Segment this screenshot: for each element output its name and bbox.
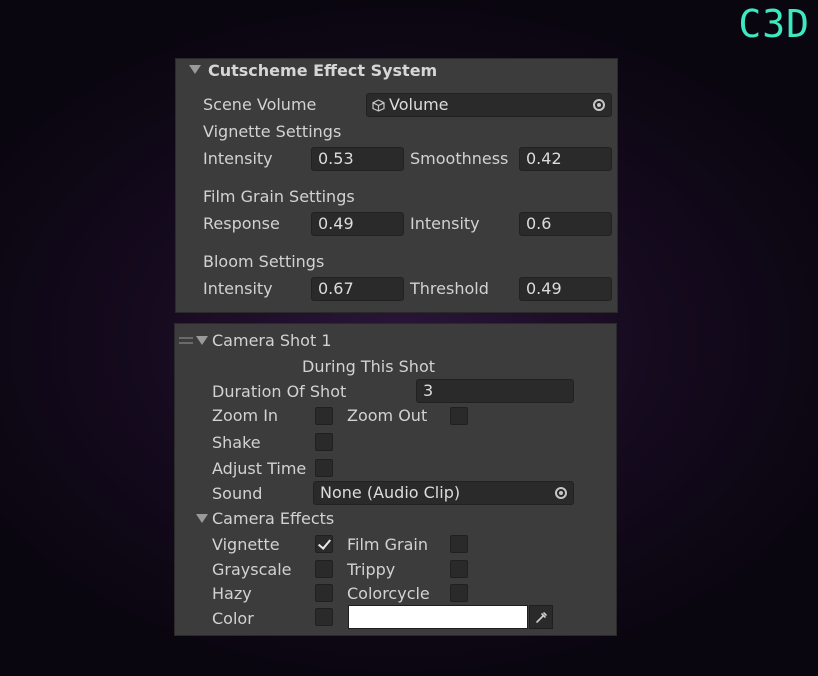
trippy-checkbox[interactable] bbox=[450, 560, 468, 578]
bloom-settings-header: Bloom Settings bbox=[203, 252, 325, 271]
drag-handle-icon[interactable] bbox=[179, 337, 193, 339]
film-grain-checkbox[interactable] bbox=[450, 535, 468, 553]
foldout-arrow-icon[interactable] bbox=[196, 514, 208, 523]
drag-handle-line bbox=[179, 342, 193, 344]
camera-shot-panel: Camera Shot 1 During This Shot Duration … bbox=[174, 323, 617, 636]
bloom-threshold-label: Threshold bbox=[410, 279, 489, 298]
hazy-label: Hazy bbox=[212, 584, 252, 603]
film-grain-response-field[interactable]: 0.49 bbox=[311, 212, 404, 236]
duration-of-shot-label: Duration Of Shot bbox=[212, 382, 347, 401]
bloom-intensity-label: Intensity bbox=[203, 279, 273, 298]
camera-shot-title[interactable]: Camera Shot 1 bbox=[212, 331, 332, 351]
camera-effects-header[interactable]: Camera Effects bbox=[212, 509, 334, 529]
object-picker-icon[interactable] bbox=[555, 487, 567, 499]
zoom-out-checkbox[interactable] bbox=[450, 407, 468, 425]
grayscale-label: Grayscale bbox=[212, 560, 292, 579]
c3d-logo: C3D bbox=[738, 2, 810, 46]
colorcycle-label: Colorcycle bbox=[347, 584, 430, 603]
object-picker-icon[interactable] bbox=[593, 99, 605, 111]
foldout-arrow-icon[interactable] bbox=[196, 336, 208, 345]
eyedropper-button[interactable] bbox=[529, 605, 553, 629]
volume-cube-icon bbox=[372, 99, 385, 112]
film-grain-settings-header: Film Grain Settings bbox=[203, 187, 355, 206]
duration-of-shot-field[interactable]: 3 bbox=[416, 379, 574, 403]
vignette-intensity-label: Intensity bbox=[203, 149, 273, 168]
adjust-time-label: Adjust Time bbox=[212, 459, 307, 478]
sound-field[interactable]: None (Audio Clip) bbox=[313, 481, 574, 505]
bloom-threshold-field[interactable]: 0.49 bbox=[519, 277, 612, 301]
film-grain-label: Film Grain bbox=[347, 535, 428, 554]
zoom-out-label: Zoom Out bbox=[347, 406, 428, 425]
zoom-in-label: Zoom In bbox=[212, 406, 279, 425]
shake-checkbox[interactable] bbox=[315, 433, 333, 451]
scene-volume-label: Scene Volume bbox=[203, 95, 317, 114]
vignette-smoothness-field[interactable]: 0.42 bbox=[519, 147, 612, 171]
trippy-label: Trippy bbox=[347, 560, 396, 579]
film-grain-response-label: Response bbox=[203, 214, 280, 233]
effect-system-title[interactable]: Cutscheme Effect System bbox=[208, 61, 437, 81]
zoom-in-checkbox[interactable] bbox=[315, 407, 333, 425]
sound-value: None (Audio Clip) bbox=[320, 483, 461, 502]
effect-system-panel: Cutscheme Effect System Scene Volume Vol… bbox=[175, 58, 618, 313]
vignette-label: Vignette bbox=[212, 535, 280, 554]
scene-volume-value: Volume bbox=[389, 95, 449, 114]
color-label: Color bbox=[212, 609, 254, 628]
film-grain-intensity-label: Intensity bbox=[410, 214, 480, 233]
foldout-arrow-icon[interactable] bbox=[189, 65, 201, 74]
color-swatch[interactable] bbox=[348, 605, 528, 629]
vignette-intensity-field[interactable]: 0.53 bbox=[311, 147, 404, 171]
colorcycle-checkbox[interactable] bbox=[450, 584, 468, 602]
grayscale-checkbox[interactable] bbox=[315, 560, 333, 578]
adjust-time-checkbox[interactable] bbox=[315, 459, 333, 477]
hazy-checkbox[interactable] bbox=[315, 584, 333, 602]
film-grain-intensity-field[interactable]: 0.6 bbox=[519, 212, 612, 236]
vignette-smoothness-label: Smoothness bbox=[410, 149, 509, 168]
vignette-checkbox[interactable] bbox=[315, 535, 333, 553]
sound-label: Sound bbox=[212, 484, 263, 503]
color-checkbox[interactable] bbox=[315, 608, 333, 626]
eyedropper-icon bbox=[536, 612, 547, 623]
scene-volume-field[interactable]: Volume bbox=[366, 93, 612, 117]
shake-label: Shake bbox=[212, 433, 261, 452]
bloom-intensity-field[interactable]: 0.67 bbox=[311, 277, 404, 301]
vignette-settings-header: Vignette Settings bbox=[203, 122, 342, 141]
during-this-shot-label: During This Shot bbox=[302, 357, 436, 376]
